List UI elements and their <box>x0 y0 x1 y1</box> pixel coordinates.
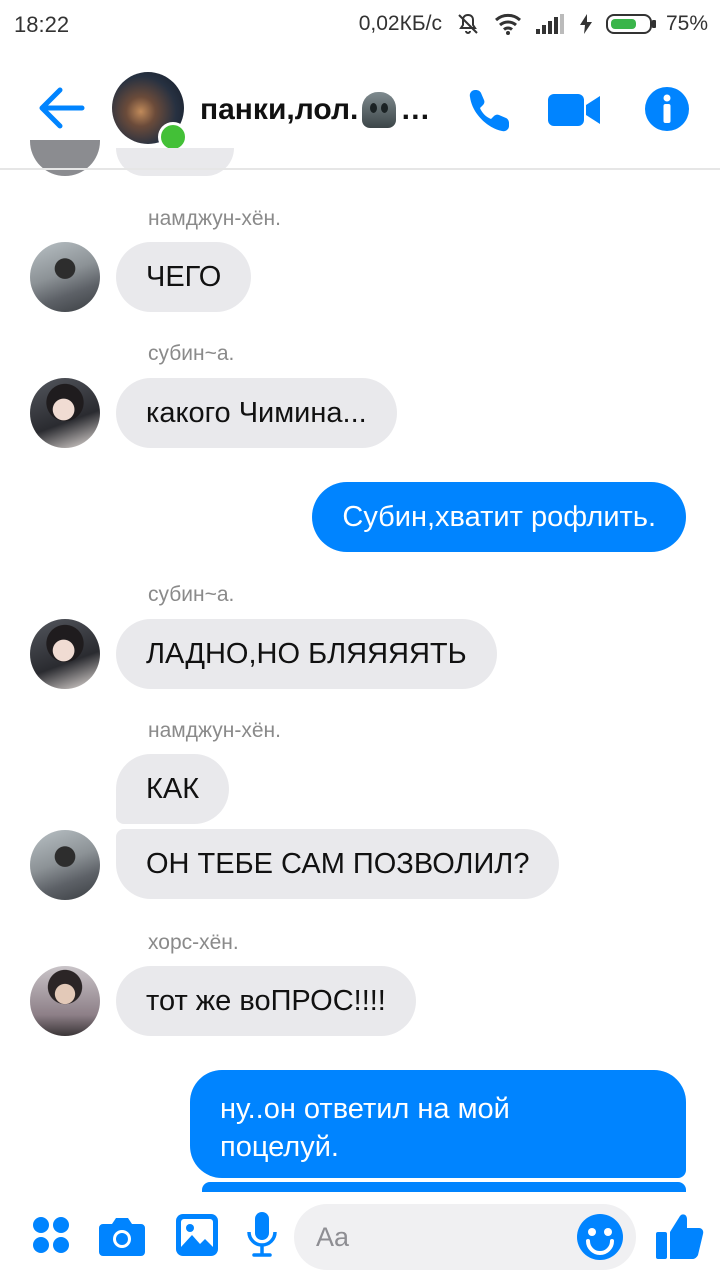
microphone-icon[interactable] <box>246 1212 278 1258</box>
partial-bubble-top <box>116 148 234 176</box>
network-speed: 0,02КБ/с <box>358 12 442 35</box>
status-bar: 18:22 0,02КБ/с 75% <box>0 0 720 50</box>
sender-name: намджун-хён. <box>148 719 281 742</box>
avatar[interactable] <box>30 830 100 900</box>
like-icon[interactable] <box>656 1212 704 1260</box>
message-bubble[interactable]: какого Чимина... <box>116 378 397 448</box>
info-icon[interactable] <box>644 86 690 132</box>
mute-icon <box>458 13 478 34</box>
partial-avatar-top <box>30 140 100 176</box>
phone-icon[interactable] <box>466 86 514 134</box>
apps-icon[interactable] <box>32 1216 70 1254</box>
moai-emoji-icon <box>362 92 397 128</box>
battery-fill <box>610 19 637 29</box>
arrow-left-icon[interactable] <box>36 86 86 130</box>
message-line: поцелуй. <box>220 1131 339 1163</box>
chat-title-text: панки,лол. <box>200 93 359 126</box>
camera-icon[interactable] <box>99 1216 145 1256</box>
wifi-icon <box>494 13 521 35</box>
message-bubble[interactable]: КАК <box>116 754 230 824</box>
message-bubble[interactable]: тот же воПРОС!!!! <box>116 966 416 1036</box>
sender-name: намджун-хён. <box>148 207 281 230</box>
message-line: ну..он ответил на мой <box>220 1093 510 1125</box>
emoji-icon[interactable] <box>576 1213 624 1261</box>
composer-bar <box>0 1192 720 1280</box>
status-time: 18:22 <box>14 12 70 37</box>
avatar[interactable] <box>30 378 100 448</box>
avatar[interactable] <box>30 966 100 1036</box>
sender-name: хорс-хён. <box>148 931 239 954</box>
battery-percent: 75% <box>665 12 708 35</box>
avatar[interactable] <box>30 242 100 312</box>
video-camera-icon[interactable] <box>548 90 602 130</box>
title-ellipsis: … <box>400 93 431 126</box>
chat-header: панки,лол. … <box>0 50 720 170</box>
battery-icon <box>605 14 656 34</box>
chat-title[interactable]: панки,лол. … <box>200 92 430 128</box>
message-bubble-outgoing[interactable]: Субин,хватит рофлить. <box>312 482 686 552</box>
message-bubble[interactable]: ОН ТЕБЕ САМ ПОЗВОЛИЛ? <box>116 829 560 899</box>
gallery-icon[interactable] <box>176 1214 218 1256</box>
avatar[interactable] <box>30 619 100 689</box>
status-right: 0,02КБ/с 75% <box>359 12 708 36</box>
message-bubble-outgoing[interactable]: ну..он ответил на мой поцелуй. <box>190 1070 686 1178</box>
charging-icon <box>579 14 592 34</box>
message-bubble[interactable]: ЛАДНО,НО БЛЯЯЯЯТЬ <box>116 619 497 689</box>
sender-name: субин~а. <box>148 583 235 606</box>
signal-icon <box>535 14 564 34</box>
message-bubble[interactable]: ЧЕГО <box>116 242 252 312</box>
header-shadow <box>0 168 720 170</box>
sender-name: субин~а. <box>148 342 235 365</box>
